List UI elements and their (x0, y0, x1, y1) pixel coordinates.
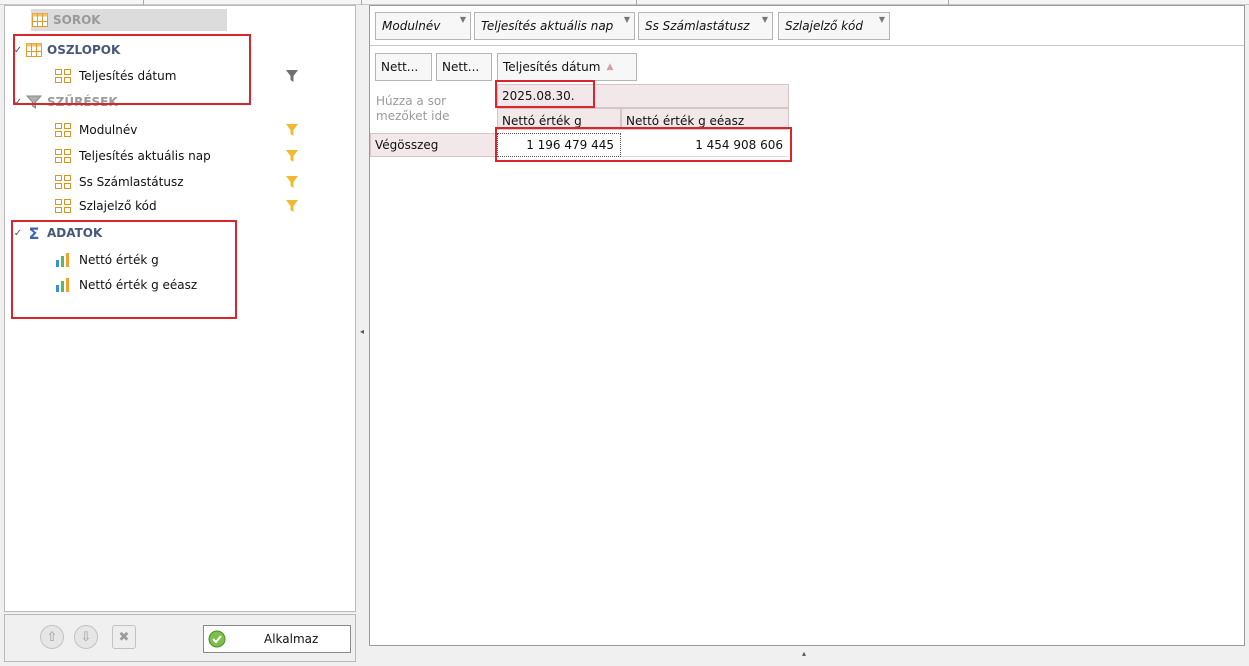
filter-field-label: Szlajelző kód (785, 19, 864, 33)
highlight-box (495, 80, 595, 108)
move-up-button[interactable]: ⇧ (40, 625, 64, 649)
table-icon (31, 12, 49, 28)
data-field-button[interactable]: Nett... (375, 53, 432, 81)
arrow-down-icon: ⇩ (80, 629, 92, 645)
filter-gray-icon[interactable] (285, 69, 299, 83)
apply-button[interactable]: Alkalmaz (203, 625, 351, 653)
filter-yellow-icon[interactable] (285, 175, 299, 189)
remove-button[interactable]: ✖ (112, 625, 136, 649)
collapse-left-icon[interactable]: ◂ (360, 327, 364, 336)
field-item[interactable]: Teljesítés aktuális nap (55, 145, 305, 167)
filter-field-button[interactable]: Modulnév ▼ (375, 12, 471, 40)
field-grid-icon (55, 123, 71, 137)
row-drop-hint-line: Húzza a sor (376, 94, 447, 108)
column-field-button[interactable]: Teljesítés dátum ▲ (497, 53, 637, 81)
filter-field-button[interactable]: Teljesítés aktuális nap ▼ (474, 12, 635, 40)
move-down-button[interactable]: ⇩ (74, 625, 98, 649)
section-rows-label: SOROK (53, 13, 101, 27)
filter-icon[interactable]: ▼ (762, 15, 768, 24)
field-grid-icon (55, 199, 71, 213)
pivot-grid: Modulnév ▼ Teljesítés aktuális nap ▼ Ss … (369, 5, 1245, 646)
row-drop-hint: Húzza a sor mezőket ide (376, 94, 449, 124)
highlight-box (495, 127, 792, 162)
collapse-bottom-icon[interactable]: ▴ (802, 649, 806, 658)
data-header-label: Nettó érték g (502, 114, 582, 128)
field-item[interactable]: Szlajelző kód (55, 195, 305, 217)
field-item[interactable]: Ss Számlastátusz (55, 171, 305, 193)
filter-field-label: Teljesítés aktuális nap (481, 19, 614, 33)
field-item-label: Ss Számlastátusz (79, 175, 184, 189)
field-item-label: Teljesítés aktuális nap (79, 149, 211, 163)
horizontal-splitter[interactable]: ▴ (369, 647, 1245, 662)
data-header-label: Nettó érték g eéasz (626, 114, 745, 128)
data-field-label: Nett... (442, 60, 480, 74)
field-list-panel: SOROK ✓ OSZLOPOK Teljesítés dátum ✓ SZŰR… (4, 5, 356, 612)
field-item[interactable]: Modulnév (55, 119, 305, 141)
field-item-label: Szlajelző kód (79, 199, 157, 213)
filter-icon[interactable]: ▼ (460, 15, 466, 24)
row-drop-hint-line: mezőket ide (376, 109, 450, 123)
data-field-button[interactable]: Nett... (436, 53, 492, 81)
area-divider (370, 45, 1244, 46)
row-header-grand-total[interactable]: Végösszeg (370, 133, 497, 157)
filter-yellow-icon[interactable] (285, 149, 299, 163)
filter-field-label: Modulnév (382, 19, 441, 33)
highlight-box (13, 34, 251, 105)
filter-yellow-icon[interactable] (285, 123, 299, 137)
field-list-toolbar: ⇧ ⇩ ✖ Alkalmaz (4, 614, 356, 662)
apply-button-label: Alkalmaz (264, 632, 319, 646)
filter-field-label: Ss Számlastátusz (645, 19, 750, 33)
check-circle-icon (208, 630, 226, 648)
field-item-label: Modulnév (79, 123, 138, 137)
filter-icon[interactable]: ▼ (879, 15, 885, 24)
data-field-label: Nett... (381, 60, 419, 74)
section-rows[interactable]: SOROK (31, 9, 227, 31)
column-field-label: Teljesítés dátum (503, 60, 601, 74)
filter-field-button[interactable]: Szlajelző kód ▼ (778, 12, 890, 40)
arrow-up-icon: ⇧ (46, 629, 58, 645)
filter-yellow-icon[interactable] (285, 199, 299, 213)
highlight-box (11, 220, 237, 319)
field-grid-icon (55, 149, 71, 163)
filter-icon[interactable]: ▼ (624, 15, 630, 24)
field-grid-icon (55, 175, 71, 189)
filter-field-button[interactable]: Ss Számlastátusz ▼ (638, 12, 773, 40)
row-header-label: Végösszeg (375, 138, 439, 152)
sort-ascending-icon[interactable]: ▲ (606, 62, 613, 72)
vertical-splitter[interactable]: ◂ (357, 5, 369, 662)
remove-icon: ✖ (118, 629, 130, 645)
